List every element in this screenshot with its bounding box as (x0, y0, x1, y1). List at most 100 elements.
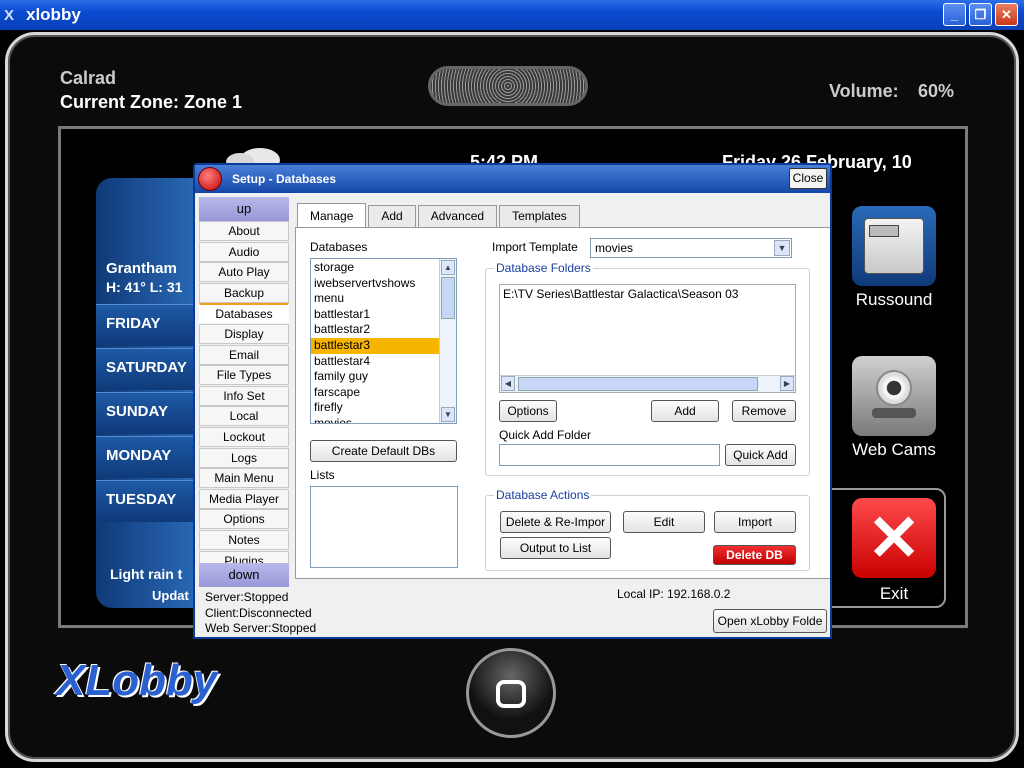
nav-item-audio[interactable]: Audio (199, 241, 289, 262)
folders-hscrollbar[interactable]: ◀ ▶ (500, 375, 795, 392)
minimize-button[interactable]: _ (943, 3, 966, 26)
lists-label: Lists (310, 468, 335, 482)
maximize-button[interactable]: ❐ (969, 3, 992, 26)
nav-item-display[interactable]: Display (199, 323, 289, 344)
xlobby-logo: XLobby (56, 656, 218, 705)
setup-nav: up About Audio Auto Play Backup Databases Dis… (199, 197, 289, 587)
nav-item-info-set[interactable]: Info Set (199, 385, 289, 406)
nav-up-button[interactable]: up (199, 197, 289, 221)
window-title: xlobby (26, 5, 81, 24)
import-template-label: Import Template (492, 240, 578, 254)
nav-item-options[interactable]: Options (199, 509, 289, 530)
server-status: Server:Stopped (205, 590, 289, 604)
scroll-left-arrow-icon[interactable]: ◀ (501, 376, 515, 391)
nav-item-media-player[interactable]: Media Player (199, 488, 289, 509)
tab-add[interactable]: Add (368, 205, 416, 227)
user-name: Calrad (60, 68, 117, 88)
database-item[interactable]: firefly (311, 400, 439, 416)
delete-reimport-button[interactable]: Delete & Re-Impor (500, 511, 611, 533)
scroll-down-arrow-icon[interactable]: ▼ (441, 407, 455, 422)
weather-day[interactable]: SATURDAY (96, 348, 200, 390)
weather-panel: Grantham H: 41° L: 31 FRIDAY SATURDAY SU… (96, 178, 200, 608)
close-window-button[interactable]: ✕ (995, 3, 1018, 26)
import-button[interactable]: Import (714, 511, 796, 533)
home-button[interactable] (466, 648, 556, 738)
databases-list: storage iwebservertvshows menu battlestar1 b… (311, 259, 439, 423)
web-cams-button[interactable] (852, 356, 936, 436)
dialog-close-button[interactable]: Close (789, 168, 827, 189)
weather-day[interactable]: MONDAY (96, 436, 200, 478)
import-template-select[interactable]: movies ▼ (590, 238, 792, 258)
scroll-right-arrow-icon[interactable]: ▶ (780, 376, 794, 391)
exit-x-icon: ✕ (867, 502, 921, 574)
quick-add-folder-input[interactable] (499, 444, 720, 466)
nav-item-notes[interactable]: Notes (199, 529, 289, 550)
weather-day[interactable]: SUNDAY (96, 392, 200, 434)
hscroll-thumb[interactable] (518, 377, 758, 391)
weather-day[interactable]: FRIDAY (96, 304, 200, 346)
options-button[interactable]: Options (499, 400, 557, 422)
scroll-up-arrow-icon[interactable]: ▲ (441, 260, 455, 275)
nav-item-databases[interactable]: Databases (199, 303, 289, 324)
database-item[interactable]: storage (311, 260, 439, 276)
database-item[interactable]: battlestar2 (311, 322, 439, 338)
database-actions-label: Database Actions (494, 488, 592, 502)
xlobby-app-icon: X (4, 7, 15, 24)
remote-control-icon (864, 218, 924, 274)
nav-item-lockout[interactable]: Lockout (199, 426, 289, 447)
database-item[interactable]: battlestar3 (311, 337, 439, 354)
delete-db-button[interactable]: Delete DB (713, 545, 796, 565)
weather-day[interactable]: TUESDAY (96, 480, 200, 522)
home-icon (496, 680, 526, 708)
database-item[interactable]: family guy (311, 369, 439, 385)
nav-item-main-menu[interactable]: Main Menu (199, 468, 289, 489)
database-item[interactable]: battlestar4 (311, 354, 439, 370)
scroll-thumb[interactable] (441, 277, 455, 319)
chevron-down-icon[interactable]: ▼ (774, 240, 790, 256)
red-orb-icon (198, 167, 222, 191)
output-to-list-button[interactable]: Output to List (500, 537, 611, 559)
database-item[interactable]: movies (311, 416, 439, 423)
import-template-value: movies (595, 241, 634, 255)
remove-folder-button[interactable]: Remove (732, 400, 796, 422)
window-titlebar: X xlobby _ ❐ ✕ (0, 0, 1024, 30)
database-item[interactable]: iwebservertvshows (311, 276, 439, 292)
edit-button[interactable]: Edit (623, 511, 705, 533)
create-default-dbs-button[interactable]: Create Default DBs (310, 440, 457, 462)
tab-templates[interactable]: Templates (499, 205, 580, 227)
nav-item-logs[interactable]: Logs (199, 447, 289, 468)
add-folder-button[interactable]: Add (651, 400, 719, 422)
dialog-title: Setup - Databases (232, 172, 337, 186)
nav-item-backup[interactable]: Backup (199, 282, 289, 303)
nav-item-plugins[interactable]: Plugins (199, 550, 289, 563)
tab-manage[interactable]: Manage (297, 203, 367, 227)
nav-item-about[interactable]: About (199, 221, 289, 241)
web-cams-label: Web Cams (852, 440, 936, 459)
nav-item-file-types[interactable]: File Types (199, 365, 289, 386)
nav-down-button[interactable]: down (199, 563, 289, 587)
exit-label: Exit (879, 584, 909, 603)
open-xlobby-folder-button[interactable]: Open xLobby Folde (713, 609, 827, 633)
nav-item-local[interactable]: Local (199, 406, 289, 427)
database-item[interactable]: battlestar1 (311, 307, 439, 323)
client-status: Client:Disconnected (205, 605, 312, 620)
russound-label: Russound (855, 290, 933, 309)
databases-listbox[interactable]: storage iwebservertvshows menu battlestar1 b… (310, 258, 457, 424)
database-item[interactable]: farscape (311, 385, 439, 401)
quick-add-button[interactable]: Quick Add (725, 444, 796, 466)
webcam-icon (876, 370, 912, 406)
nav-item-email[interactable]: Email (199, 344, 289, 365)
tab-advanced[interactable]: Advanced (417, 205, 498, 227)
nav-item-auto-play[interactable]: Auto Play (199, 262, 289, 283)
folder-item[interactable]: E:\TV Series\Battlestar Galactica\Season… (500, 285, 795, 301)
folders-listbox[interactable]: E:\TV Series\Battlestar Galactica\Season… (499, 284, 796, 393)
lists-listbox[interactable] (310, 486, 458, 568)
databases-scrollbar[interactable]: ▲ ▼ (439, 259, 456, 423)
database-item[interactable]: menu (311, 291, 439, 307)
status-area: Server:Stopped Client:Disconnected Web S… (205, 590, 316, 637)
dialog-titlebar: Setup - Databases Close (195, 165, 830, 193)
russound-button[interactable] (852, 206, 936, 286)
manage-panel: Databases storage iwebservertvshows menu ba… (295, 227, 830, 579)
volume-value[interactable]: 60% (918, 81, 954, 102)
exit-button[interactable]: ✕ (852, 498, 936, 578)
